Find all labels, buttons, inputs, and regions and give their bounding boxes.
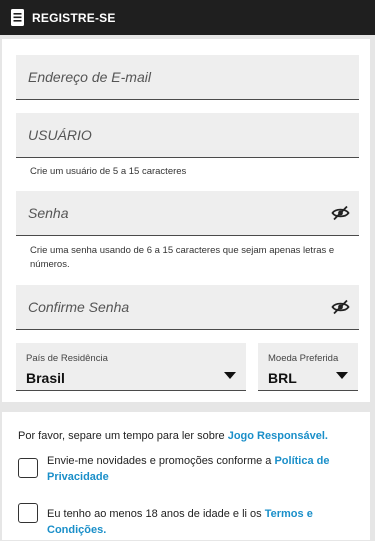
- newsletter-label: Envie-me novidades e promoções conforme …: [47, 455, 275, 467]
- username-placeholder: USUÁRIO: [28, 127, 92, 143]
- password-hint-line-2: números.: [30, 259, 70, 270]
- document-icon: [11, 9, 24, 26]
- password-placeholder: Senha: [28, 205, 69, 221]
- age-confirm-checkbox[interactable]: [18, 503, 38, 523]
- country-label: País de Residência: [26, 353, 108, 364]
- page-header: REGISTRE-SE: [0, 0, 375, 35]
- newsletter-text: Envie-me novidades e promoções conforme …: [47, 453, 329, 485]
- newsletter-checkbox[interactable]: [18, 458, 38, 478]
- username-hint: Crie um usuário de 5 a 15 caracteres: [30, 166, 187, 177]
- responsible-gaming-link[interactable]: Jogo Responsável.: [228, 430, 328, 442]
- age-confirm-label: Eu tenho ao menos 18 anos de idade e li …: [47, 508, 265, 520]
- username-field[interactable]: USUÁRIO: [16, 113, 359, 158]
- email-placeholder: Endereço de E-mail: [28, 69, 151, 85]
- eye-hidden-icon[interactable]: [331, 205, 350, 221]
- terms-section: Por favor, separe um tempo para ler sobr…: [2, 412, 370, 540]
- country-select[interactable]: País de Residência Brasil: [16, 343, 246, 391]
- responsible-gaming-text: Por favor, separe um tempo para ler sobr…: [18, 428, 328, 444]
- eye-hidden-icon[interactable]: [331, 299, 350, 315]
- page-title: REGISTRE-SE: [32, 10, 116, 25]
- email-field[interactable]: Endereço de E-mail: [16, 55, 359, 100]
- currency-value: BRL: [268, 370, 297, 386]
- password-hint: Crie uma senha usando de 6 a 15 caracter…: [30, 244, 334, 272]
- currency-select[interactable]: Moeda Preferida BRL: [258, 343, 358, 391]
- privacy-policy-link-2[interactable]: Privacidade: [47, 471, 109, 483]
- caret-down-icon: [224, 372, 236, 379]
- password-hint-line-1: Crie uma senha usando de 6 a 15 caracter…: [30, 245, 335, 256]
- registration-form: Endereço de E-mail USUÁRIO Crie um usuár…: [2, 39, 370, 402]
- password-field[interactable]: Senha: [16, 191, 359, 236]
- currency-label: Moeda Preferida: [268, 353, 339, 364]
- country-value: Brasil: [26, 370, 65, 386]
- confirm-password-placeholder: Confirme Senha: [28, 299, 130, 315]
- caret-down-icon: [336, 372, 348, 379]
- privacy-policy-link[interactable]: Política de: [274, 455, 329, 467]
- age-confirm-text: Eu tenho ao menos 18 anos de idade e li …: [47, 506, 370, 538]
- responsible-gaming-intro: Por favor, separe um tempo para ler sobr…: [18, 430, 228, 442]
- confirm-password-field[interactable]: Confirme Senha: [16, 285, 359, 330]
